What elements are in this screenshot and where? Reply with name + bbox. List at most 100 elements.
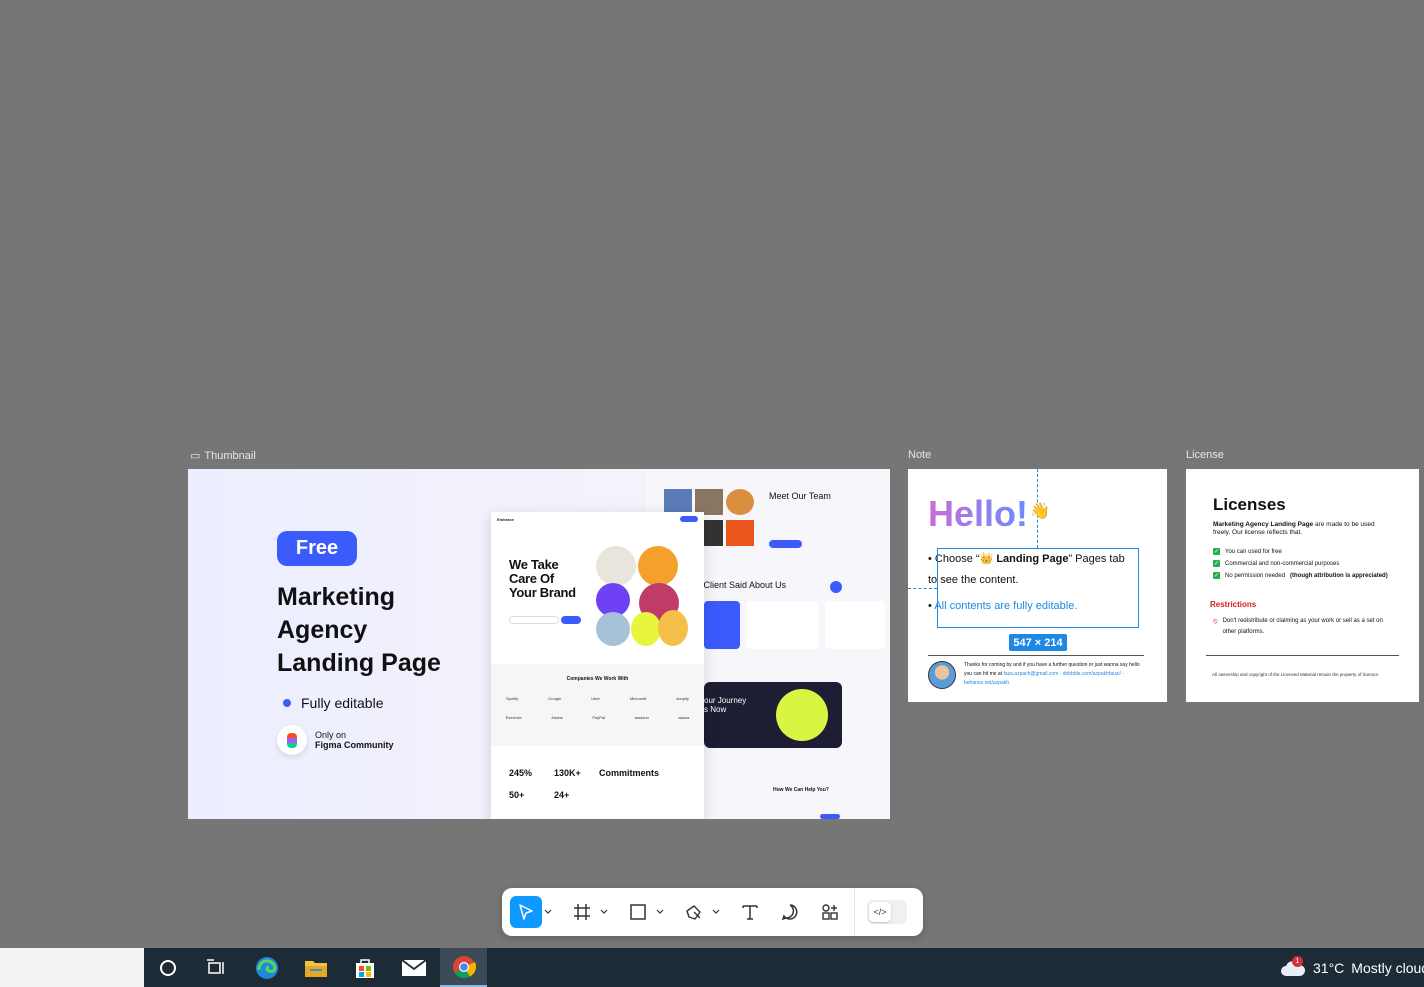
divider	[1206, 655, 1399, 656]
comment-tool-button[interactable]	[774, 896, 806, 928]
text-icon	[742, 905, 758, 920]
prohibited-icon: ⦸	[1213, 618, 1218, 625]
windows-taskbar: 1 31°C Mostly cloudy	[0, 948, 1424, 987]
mock-email-input	[509, 616, 559, 624]
dev-mode-toggle[interactable]: </>	[867, 900, 907, 924]
file-explorer-button[interactable]	[292, 948, 339, 987]
restriction-item: ⦸ Don't redistribute or claiming as your…	[1213, 616, 1398, 638]
license-footer: All ownership and copyright of the Licen…	[1212, 672, 1380, 677]
avatar	[638, 546, 678, 586]
dribbble-link[interactable]: dribbble.com/azpakhfauzi/	[1063, 671, 1121, 677]
selection-box[interactable]	[937, 548, 1139, 628]
chevron-down-icon[interactable]	[710, 909, 722, 915]
frame-label-note[interactable]: Note	[908, 449, 931, 461]
frame-label-text: Note	[908, 449, 932, 461]
client-title: r Client Said About Us	[698, 580, 787, 590]
toolbar-divider	[854, 888, 855, 936]
figma-logo-icon	[277, 725, 307, 755]
company-logo: asana	[678, 715, 690, 720]
license-title: Licenses	[1213, 495, 1286, 514]
company-logo: Microsoft	[629, 696, 647, 701]
frame-label-license[interactable]: License	[1186, 449, 1224, 461]
weather-text: Mostly cloudy	[1351, 959, 1424, 976]
mock-landing-page: Embrace We Take Care Of Your Brand Compa…	[491, 512, 704, 819]
chevron-down-icon[interactable]	[598, 909, 610, 915]
behance-link[interactable]: behance.net/azpakh	[964, 680, 1009, 686]
cursor-icon	[519, 904, 533, 920]
chrome-icon	[452, 955, 476, 978]
avatar	[631, 612, 661, 646]
companies-row: Evernote Adobe PayPal amazon asana	[491, 701, 704, 720]
avatar	[596, 612, 630, 646]
mock-cta	[680, 516, 698, 522]
weather-widget[interactable]: 1 31°C Mostly cloudy	[1280, 948, 1424, 987]
task-view-icon	[206, 958, 224, 974]
actions-tool-button[interactable]	[814, 896, 846, 928]
avatar	[596, 546, 636, 586]
chevron-down-icon[interactable]	[654, 909, 666, 915]
license-item-bold: (though attribution is appreciated)	[1290, 572, 1388, 579]
shape-tool-button[interactable]	[622, 896, 654, 928]
team-photo	[726, 489, 754, 515]
check-icon: ✓	[1213, 572, 1220, 579]
license-item: ✓ No permission needed (though attributio…	[1213, 572, 1388, 579]
team-photo	[726, 520, 754, 546]
license-item-text: No permission needed	[1225, 572, 1286, 579]
community-line2: Figma Community	[315, 740, 394, 750]
frame-label-text: Thumbnail	[204, 449, 256, 462]
chevron-down-icon[interactable]	[542, 909, 554, 915]
task-view-button[interactable]	[192, 948, 239, 987]
license-subtitle: Marketing Agency Landing Page are made t…	[1213, 521, 1383, 537]
feature-text: Fully editable	[301, 695, 384, 711]
frame-label-text: License	[1186, 449, 1224, 461]
testimonial-card	[746, 601, 818, 649]
mock-headline: We Take Care Of Your Brand	[509, 557, 576, 600]
email-link[interactable]: faza.azpach@gmail.com	[1003, 671, 1058, 677]
learn-more-button	[769, 540, 802, 548]
next-arrow-icon	[830, 581, 842, 593]
license-item-text: You can used for free	[1225, 548, 1282, 555]
thumbnail-frame[interactable]: Free Marketing Agency Landing Page Fully…	[188, 469, 890, 819]
company-logo: Evernote	[505, 715, 522, 720]
stat-value: 130K+	[554, 768, 581, 778]
chrome-button[interactable]	[440, 948, 487, 987]
stat-value: 24+	[554, 790, 570, 800]
pen-tool-button[interactable]	[678, 896, 710, 928]
temperature-text: 31°C	[1313, 959, 1345, 976]
edge-button[interactable]	[243, 948, 290, 987]
stat-value: 50+	[509, 790, 525, 800]
mail-icon	[400, 958, 427, 976]
notification-badge: 1	[1292, 956, 1303, 967]
restriction-text: Don't redistribute or claiming as your w…	[1222, 618, 1383, 635]
frame-label-thumbnail[interactable]: ▭ Thumbnail	[190, 449, 256, 463]
move-tool-button[interactable]	[510, 896, 542, 928]
companies-title: Companies We Work With	[566, 676, 629, 682]
hero-title: Marketing Agency Landing Page	[277, 583, 441, 677]
figma-toolbar: </>	[502, 888, 923, 936]
cortana-button[interactable]	[144, 948, 191, 987]
note-footer: Thanks for coming by and if you have a f…	[928, 661, 1148, 689]
free-badge: Free	[277, 531, 357, 566]
journey-banner: our Journey s Now	[704, 682, 842, 748]
text-tool-button[interactable]	[734, 896, 766, 928]
code-icon: </>	[869, 902, 891, 922]
mock-brand: Embrace	[497, 516, 514, 522]
restrictions-title: Restrictions	[1210, 600, 1257, 609]
send-button	[820, 814, 840, 819]
frame-tool-button[interactable]	[566, 896, 598, 928]
company-logo: shopify	[676, 696, 689, 701]
company-logo: Google	[548, 696, 562, 701]
divider	[928, 655, 1144, 656]
mail-button[interactable]	[390, 948, 437, 987]
microsoft-store-button[interactable]	[341, 948, 388, 987]
taskbar-search-box[interactable]	[0, 948, 144, 987]
license-frame[interactable]: Licenses Marketing Agency Landing Page a…	[1186, 469, 1419, 702]
mock-join-button	[561, 616, 581, 624]
license-subtitle-bold: Marketing Agency Landing Page	[1213, 521, 1314, 528]
pen-icon	[686, 905, 701, 920]
note-frame[interactable]: Hello! 👋 • Choose “👑 Landing Page” Pages…	[908, 469, 1167, 702]
selection-size-label: 547 × 214	[1009, 634, 1067, 651]
edge-icon	[255, 956, 278, 979]
team-title: Meet Our Team	[769, 491, 831, 501]
community-line1: Only on	[315, 730, 347, 740]
